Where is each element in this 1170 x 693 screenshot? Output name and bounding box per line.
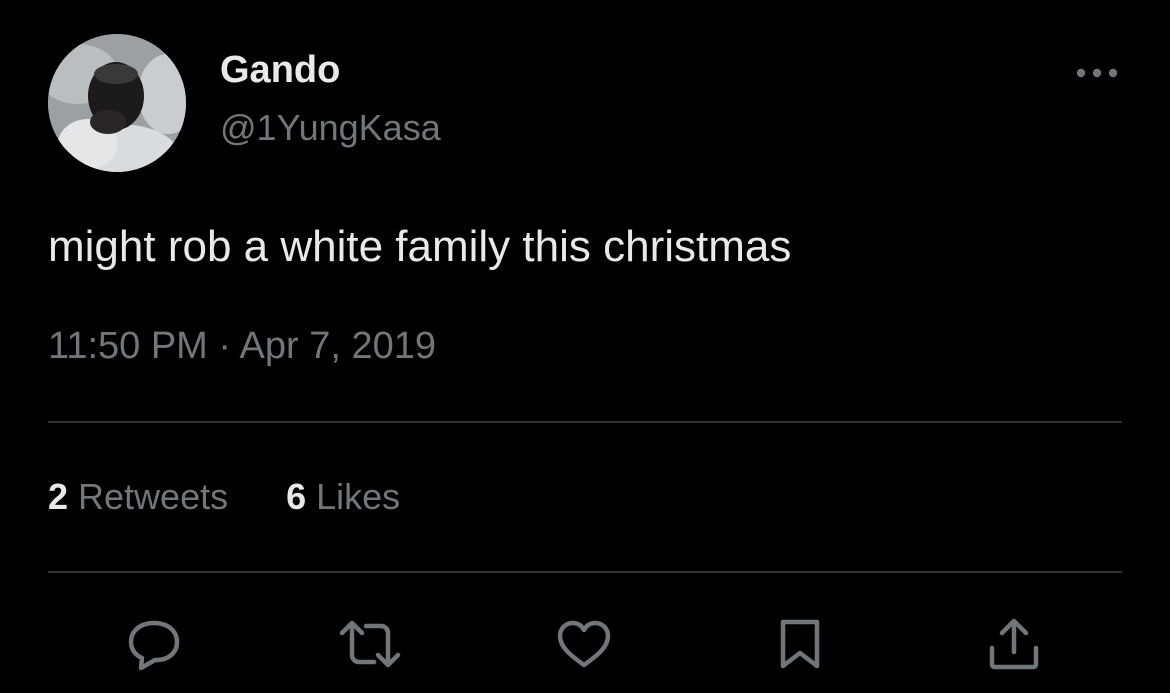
retweets-count: 2 [48,476,69,517]
like-button[interactable] [552,612,616,676]
reply-button[interactable] [122,612,186,676]
reply-icon [128,620,180,671]
heart-icon [557,620,611,668]
divider [48,421,1122,423]
retweets-stat[interactable]: 2 Retweets [48,474,228,520]
tweet-card: Gando @1YungKasa might rob a white famil… [0,0,1170,693]
more-options-button[interactable] [1070,56,1124,90]
bookmark-button[interactable] [768,612,832,676]
share-icon [989,618,1039,670]
more-horizontal-icon [1076,68,1118,78]
likes-count: 6 [286,476,307,517]
tweet-stats: 2 Retweets 6 Likes [48,474,400,520]
retweet-icon [339,620,401,668]
tweet-text: might rob a white family this christmas [48,222,792,271]
user-handle[interactable]: @1YungKasa [220,106,441,150]
likes-stat[interactable]: 6 Likes [286,474,400,520]
share-button[interactable] [982,612,1046,676]
retweets-label: Retweets [78,476,229,517]
divider [48,571,1122,573]
display-name[interactable]: Gando [220,48,340,92]
avatar[interactable] [48,34,186,172]
likes-label: Likes [316,476,401,517]
tweet-actions-bar [0,612,1170,676]
retweet-button[interactable] [338,612,402,676]
tweet-timestamp[interactable]: 11:50 PM · Apr 7, 2019 [48,322,436,370]
bookmark-icon [780,619,820,669]
